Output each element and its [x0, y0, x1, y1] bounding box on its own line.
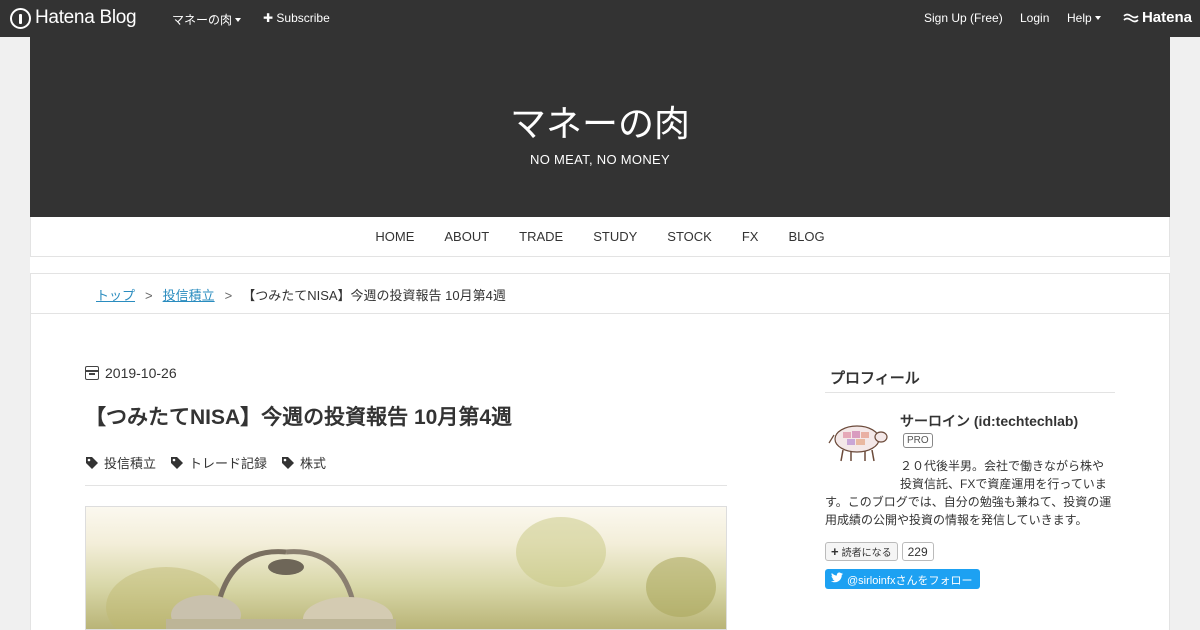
reader-count: 229 — [901, 542, 934, 561]
hatena-blog-logo[interactable]: Hatena Blog — [10, 6, 137, 30]
hatena-logo[interactable]: Hatena — [1123, 9, 1192, 26]
breadcrumb-separator: > — [224, 288, 233, 303]
entry-date-text: 2019-10-26 — [105, 365, 177, 381]
twitter-follow-button[interactable]: @sirloinfxさんをフォロー — [825, 569, 981, 589]
category-link[interactable]: トレード記録 — [170, 453, 267, 472]
entry-categories: 投信積立 トレード記録 株式 — [85, 453, 326, 472]
logo-text: Hatena Blog — [35, 7, 137, 28]
blog-description: NO MEAT, NO MONEY — [530, 152, 670, 167]
category-label: 株式 — [300, 456, 327, 471]
category-label: トレード記録 — [189, 456, 268, 471]
caret-down-icon — [1094, 16, 1101, 20]
divider — [85, 485, 727, 486]
blog-title[interactable]: マネーの肉 — [30, 95, 1170, 147]
login-link[interactable]: Login — [1020, 11, 1049, 25]
entry-date[interactable]: 2019-10-26 — [85, 365, 177, 381]
divider — [825, 392, 1115, 393]
category-link[interactable]: 投信積立 — [85, 453, 156, 472]
alarm-clock-icon — [166, 549, 396, 629]
breadcrumb-separator: > — [145, 288, 153, 303]
breadcrumb: トップ > 投信積立 > 【つみたてNISA】今週の投資報告 10月第4週 — [30, 274, 1170, 314]
plus-icon: ✚ — [263, 11, 274, 25]
twitter-follow-label: @sirloinfxさんをフォロー — [847, 575, 973, 587]
profile-bio-line1: ２０代後半男。会社で働きながら株や投資信託、FXで資産運用を行っていま — [900, 459, 1107, 491]
blog-header: マネーの肉 NO MEAT, NO MONEY — [30, 37, 1170, 217]
reader-button[interactable]: + 読者になる — [825, 542, 898, 561]
profile-module-title: プロフィール — [830, 370, 920, 387]
help-label: Help — [1067, 11, 1092, 25]
profile-bio: ２０代後半男。会社で働きながら株や投資信託、FXで資産運用を行っています。このブ… — [825, 457, 1115, 529]
twitter-bird-icon — [831, 572, 843, 583]
breadcrumb-top-link[interactable]: トップ — [96, 288, 135, 303]
subscribe-widget: + 読者になる 229 — [825, 542, 934, 561]
content-border-left — [30, 314, 31, 630]
category-label: 投信積立 — [104, 456, 157, 471]
subscribe-label: Subscribe — [276, 11, 330, 25]
profile-bio-rest: す。このブログでは、自分の勉強も兼ねて、投資の運用成績の公開や投資の情報を発信し… — [825, 495, 1112, 527]
sub-bar — [30, 257, 1170, 274]
breadcrumb-current: 【つみたてNISA】今週の投資報告 10月第4週 — [242, 288, 506, 303]
hatena-label: Hatena — [1141, 9, 1192, 26]
category-link[interactable]: 株式 — [281, 453, 326, 472]
caret-down-icon — [235, 18, 242, 22]
tag-icon — [282, 456, 295, 469]
nav-item-blog[interactable]: BLOG — [773, 229, 839, 244]
tag-icon — [171, 456, 184, 469]
calendar-icon — [85, 366, 99, 380]
blog-container: マネーの肉 NO MEAT, NO MONEY HOME ABOUT TRADE… — [30, 37, 1170, 630]
nav-item-trade[interactable]: TRADE — [504, 229, 578, 244]
nav-item-stock[interactable]: STOCK — [652, 229, 727, 244]
subscribe-button[interactable]: ✚ Subscribe — [263, 11, 330, 25]
plus-icon: + — [831, 543, 839, 559]
signup-link[interactable]: Sign Up (Free) — [924, 11, 1003, 25]
help-dropdown[interactable]: Help — [1067, 11, 1101, 25]
eyecatch-image — [85, 506, 727, 630]
profile-name[interactable]: サーロイン (id:techtechlab) — [900, 411, 1078, 431]
pro-badge: PRO — [903, 433, 933, 448]
reader-button-label: 読者になる — [841, 548, 892, 559]
entry-title[interactable]: 【つみたてNISA】今週の投資報告 10月第4週 — [85, 401, 512, 431]
blog-menu-label: マネーの肉 — [172, 13, 233, 27]
nav-item-about[interactable]: ABOUT — [429, 229, 504, 244]
hatena-blog-logo-icon — [10, 7, 31, 29]
global-header: Hatena Blog マネーの肉 ✚ Subscribe Sign Up (F… — [0, 0, 1200, 37]
global-nav: HOME ABOUT TRADE STUDY STOCK FX BLOG — [30, 217, 1170, 257]
nav-item-fx[interactable]: FX — [727, 229, 774, 244]
content-border-right — [1169, 314, 1170, 630]
blog-menu-dropdown[interactable]: マネーの肉 — [172, 11, 242, 28]
breadcrumb-category-link[interactable]: 投信積立 — [163, 288, 215, 303]
hatena-wave-icon — [1123, 13, 1139, 22]
tag-icon — [86, 456, 98, 469]
nav-item-home[interactable]: HOME — [360, 229, 429, 244]
nav-item-study[interactable]: STUDY — [578, 229, 652, 244]
